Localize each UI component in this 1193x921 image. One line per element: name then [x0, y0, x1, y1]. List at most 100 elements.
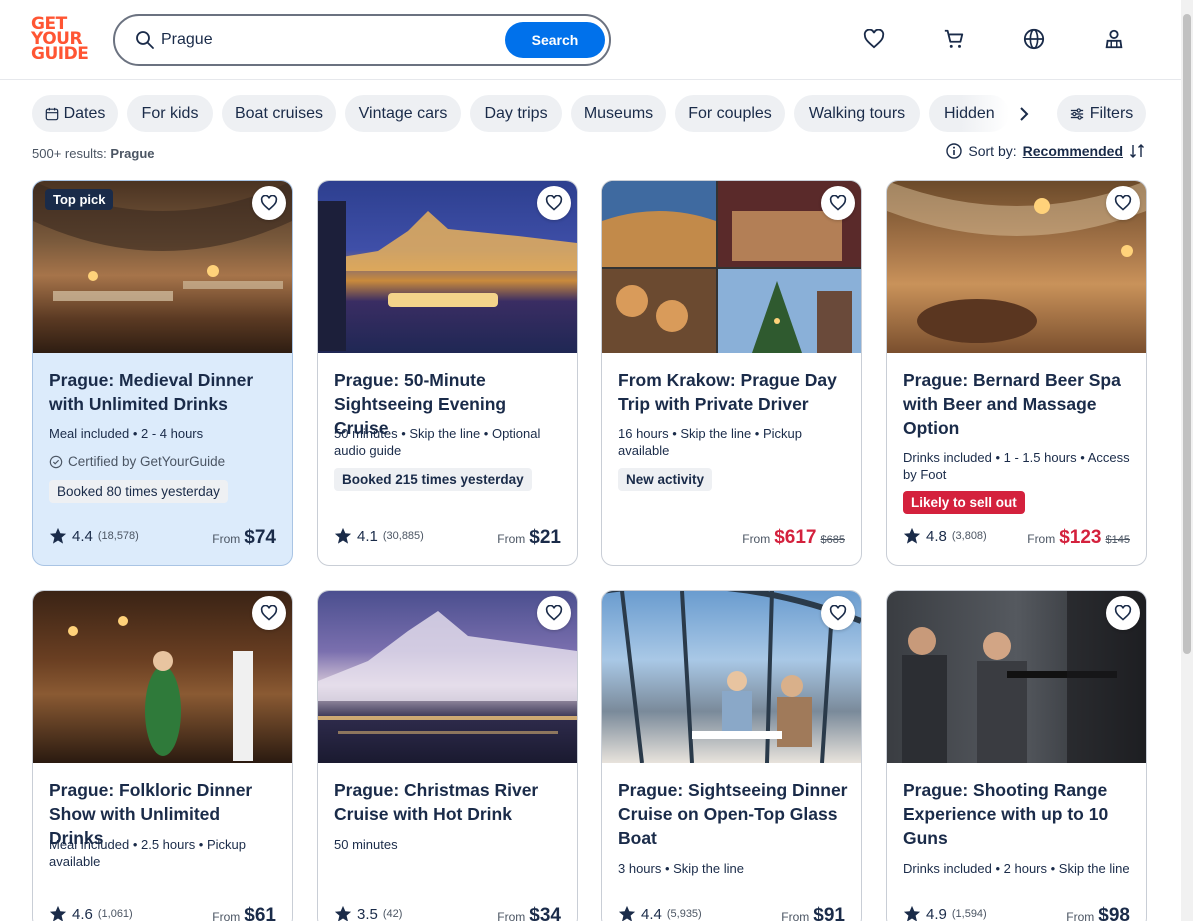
globe-icon[interactable] — [1021, 26, 1047, 52]
likely-to-sell-out-badge: Likely to sell out — [903, 491, 1025, 514]
chip-label: For couples — [688, 104, 772, 122]
filters-button[interactable]: Filters — [1057, 95, 1146, 132]
sort-label: Sort by: — [968, 143, 1017, 159]
cart-icon[interactable] — [941, 26, 967, 52]
chip-boat-cruises[interactable]: Boat cruises — [222, 95, 336, 132]
activity-meta: Drinks included • 1 - 1.5 hours • Access… — [903, 450, 1130, 482]
getyourguide-logo[interactable]: GET YOUR GUIDE — [31, 16, 91, 63]
activity-price: From $123 $145 — [1027, 527, 1130, 549]
wishlist-heart-icon[interactable] — [252, 186, 286, 220]
wishlist-heart-icon[interactable] — [537, 186, 571, 220]
review-count: (18,578) — [97, 530, 139, 542]
activity-price: From $21 — [497, 527, 561, 549]
wishlist-heart-icon[interactable] — [1106, 596, 1140, 630]
chip-walking-tours[interactable]: Walking tours — [794, 95, 920, 132]
filters-label: Filters — [1089, 104, 1134, 122]
chip-for-kids[interactable]: For kids — [127, 95, 213, 132]
activity-title[interactable]: Prague: Sightseeing Dinner Cruise on Ope… — [618, 778, 848, 850]
rating-value: 4.8 — [926, 527, 947, 545]
certified-check-icon — [49, 455, 63, 468]
top-pick-badge: Top pick — [45, 189, 114, 210]
activity-card[interactable]: Prague: Folkloric Dinner Show with Unlim… — [32, 590, 293, 921]
activity-meta: Meal included • 2.5 hours • Pickup avail… — [49, 837, 246, 869]
star-icon — [334, 527, 352, 544]
info-icon[interactable] — [946, 143, 963, 159]
sort-value[interactable]: Recommended — [1023, 143, 1123, 159]
activity-card[interactable]: Prague: Bernard Beer Spa with Beer and M… — [886, 180, 1147, 566]
price-from-label: From — [781, 910, 810, 921]
certified-label: Certified by GetYourGuide — [49, 454, 225, 469]
activity-meta: 3 hours • Skip the line — [618, 861, 744, 876]
activity-price: From $617 $685 — [742, 527, 845, 549]
rating-value: 4.1 — [357, 527, 378, 545]
original-price: $145 — [1105, 534, 1130, 546]
activity-price: From $61 — [212, 905, 276, 921]
activity-rating: 3.5 (42) — [334, 905, 402, 921]
activity-title[interactable]: From Krakow: Prague Day Trip with Privat… — [618, 368, 848, 416]
activity-card[interactable]: Prague: Sightseeing Dinner Cruise on Ope… — [601, 590, 862, 921]
rating-value: 4.6 — [72, 905, 93, 921]
activity-meta: 16 hours • Skip the line • Pickup availa… — [618, 426, 802, 458]
search-button[interactable]: Search — [505, 22, 605, 58]
sliders-icon — [1070, 107, 1083, 120]
activity-title[interactable]: Prague: Bernard Beer Spa with Beer and M… — [903, 368, 1133, 440]
chip-label: Day trips — [484, 104, 548, 122]
wishlist-heart-icon[interactable] — [1106, 186, 1140, 220]
search-input[interactable] — [161, 27, 491, 53]
calendar-icon — [45, 107, 58, 120]
rating-value: 4.4 — [641, 905, 662, 921]
activity-price: From $91 — [781, 905, 845, 921]
profile-icon[interactable] — [1101, 26, 1127, 52]
activity-rating: 4.1 (30,885) — [334, 527, 424, 545]
booked-badge: Booked 80 times yesterday — [49, 480, 228, 503]
review-count: (3,808) — [951, 530, 987, 542]
wishlist-heart-icon[interactable] — [252, 596, 286, 630]
chip-dates[interactable]: Dates — [32, 95, 118, 132]
chip-for-couples[interactable]: For couples — [675, 95, 785, 132]
price-amount: $34 — [529, 905, 561, 921]
star-icon — [49, 905, 67, 921]
activity-price: From $74 — [212, 527, 276, 549]
chip-vintage-cars[interactable]: Vintage cars — [345, 95, 461, 132]
activity-price: From $98 — [1066, 905, 1130, 921]
activity-meta: Meal included • 2 - 4 hours — [49, 426, 204, 441]
rating-value: 4.9 — [926, 905, 947, 921]
price-amount: $21 — [529, 527, 561, 548]
activity-title[interactable]: Prague: Medieval Dinner with Unlimited D… — [49, 368, 279, 416]
star-icon — [49, 527, 67, 544]
wishlist-heart-icon[interactable] — [821, 186, 855, 220]
activity-rating: 4.9 (1,594) — [903, 905, 987, 921]
review-count: (1,594) — [951, 908, 987, 920]
activity-card[interactable]: From Krakow: Prague Day Trip with Privat… — [601, 180, 862, 566]
price-amount: $617 — [774, 527, 817, 548]
chip-hidden[interactable]: Hidden — [929, 95, 1009, 132]
price-from-label: From — [1027, 532, 1056, 546]
page-scrollbar[interactable] — [1181, 0, 1193, 921]
chip-day-trips[interactable]: Day trips — [470, 95, 562, 132]
activity-rating: 4.4 (5,935) — [618, 905, 702, 921]
price-from-label: From — [212, 532, 241, 546]
wishlist-heart-icon[interactable] — [861, 26, 887, 52]
activity-title[interactable]: Prague: Shooting Range Experience with u… — [903, 778, 1133, 850]
scrollbar-thumb[interactable] — [1183, 14, 1191, 654]
chip-label: Boat cruises — [234, 104, 324, 122]
results-count: 500+ results: Prague — [32, 146, 155, 161]
activity-card[interactable]: Prague: Shooting Range Experience with u… — [886, 590, 1147, 921]
booked-badge: Booked 215 times yesterday — [334, 468, 532, 491]
activity-card[interactable]: Prague: Christmas River Cruise with Hot … — [317, 590, 578, 921]
chip-label: Walking tours — [808, 104, 906, 122]
activity-card[interactable]: Prague: 50-Minute Sightseeing Evening Cr… — [317, 180, 578, 566]
activity-meta: 50 minutes • Skip the line • Optional au… — [334, 426, 541, 458]
price-from-label: From — [497, 532, 526, 546]
wishlist-heart-icon[interactable] — [821, 596, 855, 630]
chip-label: Hidden — [944, 104, 995, 122]
sort-control[interactable]: Sort by: Recommended — [946, 143, 1145, 159]
chip-label: Museums — [583, 104, 654, 122]
chip-museums[interactable]: Museums — [571, 95, 666, 132]
chips-next-button[interactable] — [1009, 95, 1039, 132]
chevron-right-icon — [1020, 106, 1029, 121]
activity-title[interactable]: Prague: Christmas River Cruise with Hot … — [334, 778, 564, 826]
activity-card[interactable]: Top pick Prague: Medieval Dinner with Un… — [32, 180, 293, 566]
wishlist-heart-icon[interactable] — [537, 596, 571, 630]
price-amount: $74 — [244, 527, 276, 548]
